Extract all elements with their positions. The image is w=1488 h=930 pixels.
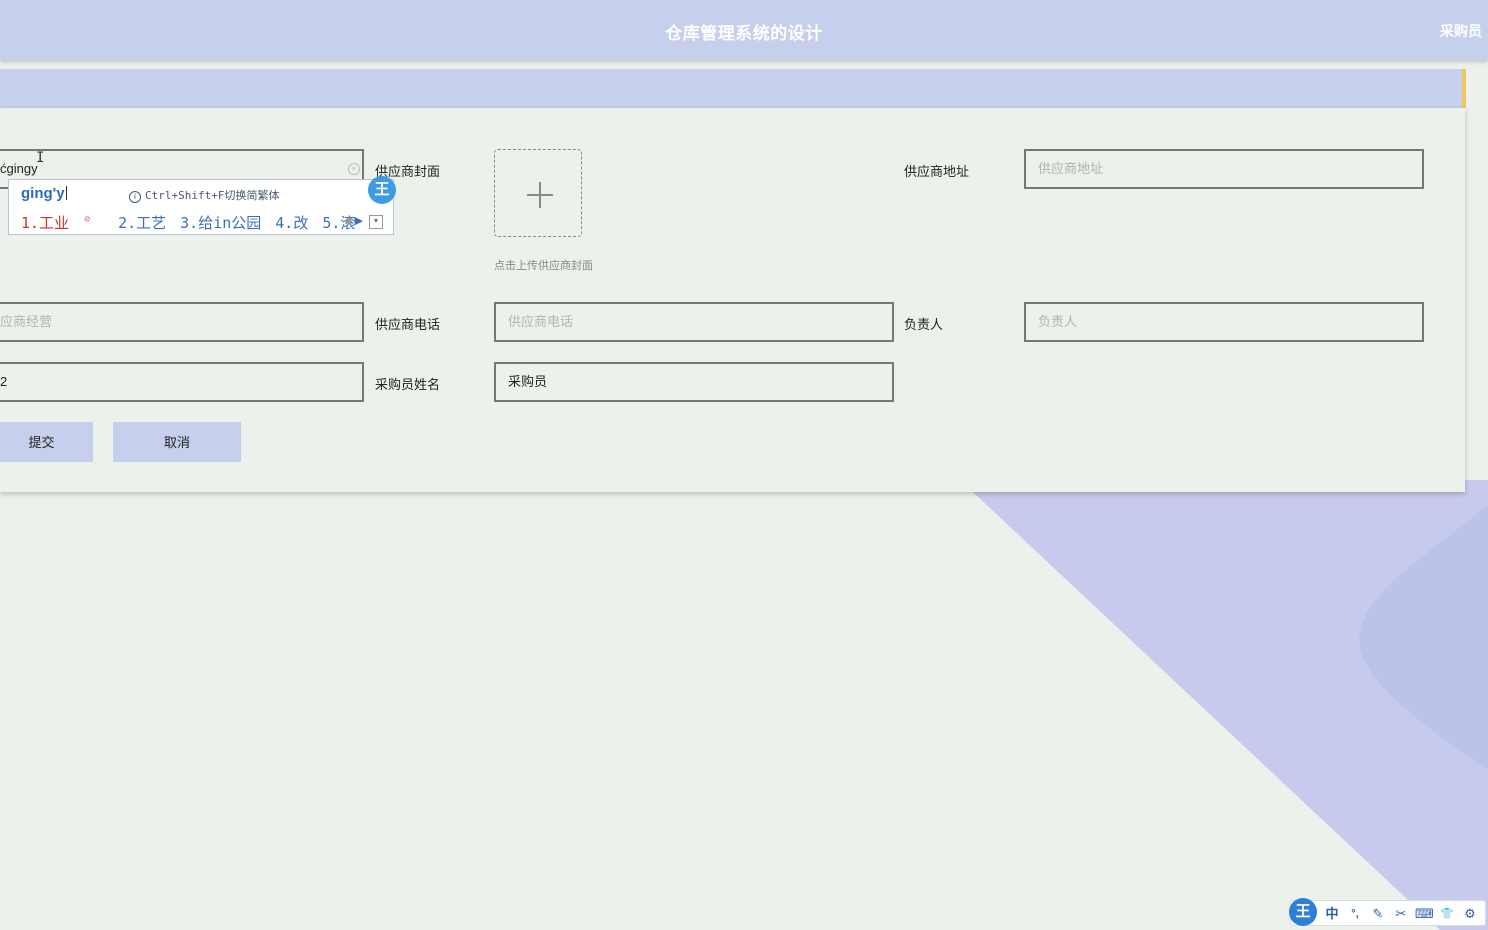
cover-upload-button[interactable]: [494, 149, 582, 237]
app-title: 仓库管理系统的设计: [665, 24, 823, 43]
ime-candidate[interactable]: 2.工艺: [118, 214, 166, 232]
business-input[interactable]: 应商经营: [0, 302, 364, 342]
chinese-mode-icon[interactable]: 中: [1323, 905, 1341, 923]
keyboard-icon[interactable]: ⌨: [1415, 905, 1434, 923]
ime-candidate[interactable]: 4.改: [275, 214, 308, 232]
ime-toolbar: 王 中 °, ✎ ✂ ⌨ 👕 ⚙: [1289, 898, 1486, 926]
ime-hint: i Ctrl+Shift+F切换简繁体: [129, 187, 279, 203]
cancel-button[interactable]: 取消: [113, 422, 241, 462]
contact-input[interactable]: 负责人: [1024, 302, 1424, 342]
buyer-name-input[interactable]: 采购员: [494, 362, 894, 402]
top-navigation-bar: 仓库管理系统的设计 采购员: [0, 0, 1488, 60]
info-icon: i: [129, 191, 141, 203]
ime-page-nav[interactable]: ◀ ▶: [343, 214, 363, 227]
ime-pinyin: ging'y: [21, 185, 67, 202]
next-page-icon[interactable]: ▶: [355, 215, 363, 227]
clear-input-icon[interactable]: ×: [348, 163, 360, 175]
user-role-menu[interactable]: 采购员: [1440, 21, 1482, 41]
prev-page-icon[interactable]: ◀: [343, 215, 351, 227]
address-label: 供应商地址: [904, 164, 970, 179]
no-entry-icon: ⊘: [84, 214, 91, 225]
ime-candidate[interactable]: 3.给in公园: [180, 214, 261, 232]
scissors-icon[interactable]: ✂: [1392, 905, 1410, 923]
submit-button[interactable]: 提交: [0, 422, 93, 462]
contact-label: 负责人: [904, 317, 944, 332]
phone-label: 供应商电话: [375, 317, 441, 332]
ime-candidate[interactable]: 1.工业 ⊘: [21, 214, 104, 232]
ime-candidates: 1.工业 ⊘ 2.工艺 3.给in公园 4.改 5.滚: [21, 212, 369, 233]
ime-logo-icon: 王: [368, 176, 396, 204]
punctuation-icon[interactable]: °,: [1346, 905, 1364, 923]
cover-upload-hint: 点击上传供应商封面: [494, 260, 593, 272]
handwriting-icon[interactable]: ✎: [1369, 905, 1387, 923]
supplier-name-value: ćgingy: [0, 161, 38, 176]
phone-input[interactable]: 供应商电话: [494, 302, 894, 342]
left-row3-input[interactable]: 2: [0, 362, 364, 402]
supplier-form-panel: ćgingy × 供应商封面 点击上传供应商封面 供应商地址 供应商地址 应商经…: [0, 108, 1465, 492]
ime-expand-icon[interactable]: ▼: [369, 215, 383, 229]
ime-toolbar-logo-icon[interactable]: 王: [1289, 898, 1317, 926]
breadcrumb-bar: [0, 69, 1466, 108]
text-cursor-icon: I: [36, 150, 45, 166]
skin-icon[interactable]: 👕: [1438, 905, 1456, 923]
address-input[interactable]: 供应商地址: [1024, 149, 1424, 189]
buyer-name-label: 采购员姓名: [375, 377, 441, 392]
settings-icon[interactable]: ⚙: [1461, 905, 1479, 923]
ime-candidate-window: ging'y i Ctrl+Shift+F切换简繁体 1.工业 ⊘ 2.工艺 3.给in…: [8, 179, 394, 235]
